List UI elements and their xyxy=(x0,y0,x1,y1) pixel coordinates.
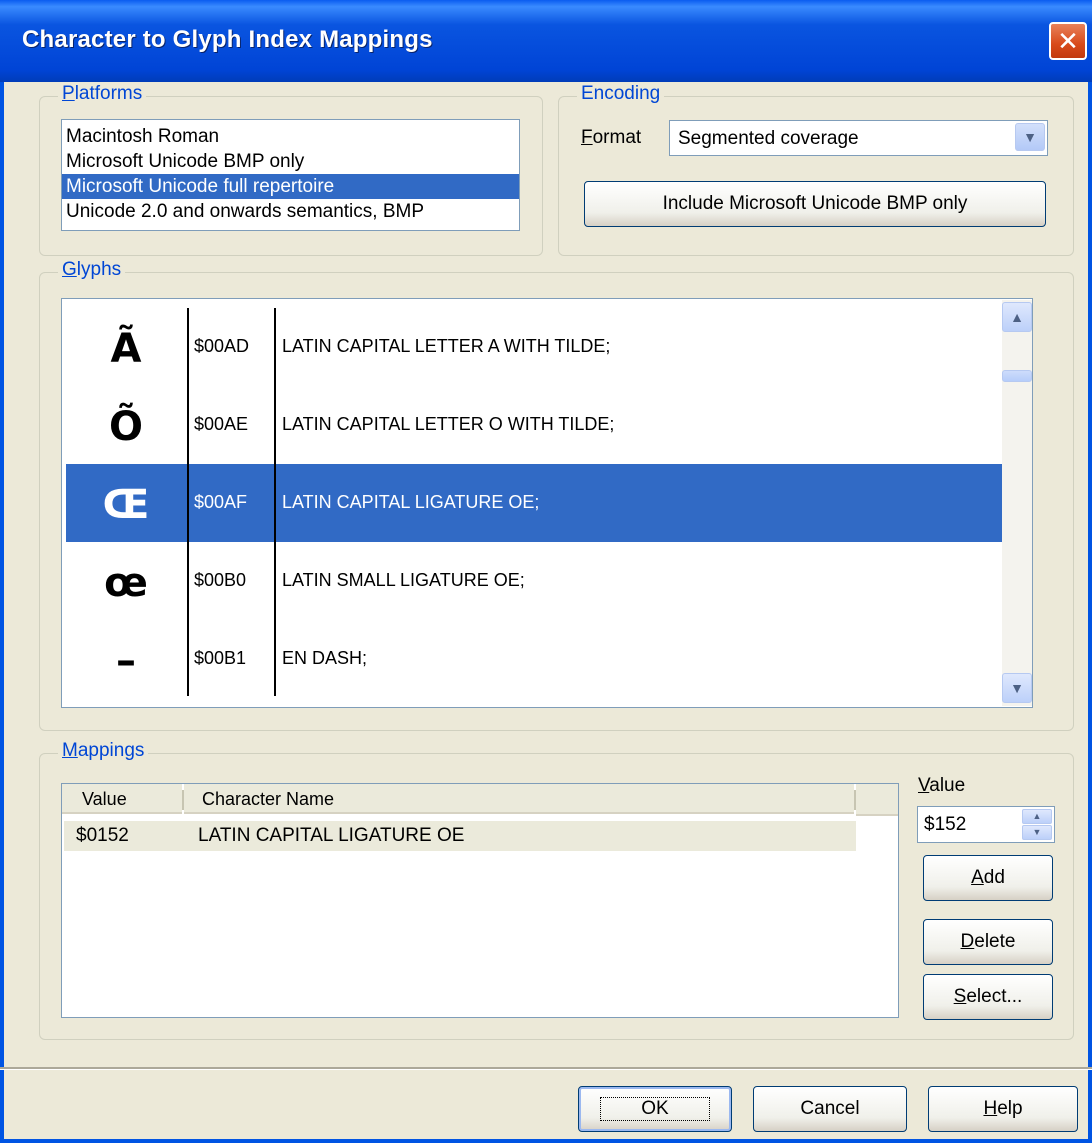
mappings-legend: Mappings xyxy=(58,740,149,762)
help-button[interactable]: Help xyxy=(928,1086,1078,1132)
chevron-down-icon[interactable]: ▼ xyxy=(1015,123,1045,151)
glyphs-legend: Glyphs xyxy=(58,259,126,281)
platform-item[interactable]: Unicode 2.0 and onwards semantics, BMP xyxy=(62,199,519,224)
title-bar[interactable]: Character to Glyph Index Mappings ✕ xyxy=(0,0,1092,82)
encoding-legend: Encoding xyxy=(577,83,665,105)
select-button[interactable]: Select... xyxy=(923,974,1053,1020)
format-dropdown[interactable]: Segmented coverage ▼ xyxy=(669,120,1048,156)
table-row[interactable]: $0152 LATIN CAPITAL LIGATURE OE xyxy=(64,821,856,851)
glyph-name: EN DASH; xyxy=(282,648,368,668)
platform-item-selected[interactable]: Microsoft Unicode full repertoire xyxy=(62,174,519,199)
glyph-code: $00AD xyxy=(194,336,250,356)
footer-separator xyxy=(0,1067,1092,1070)
platforms-legend: Platforms xyxy=(58,83,147,105)
glyph-preview: Œ xyxy=(102,482,150,528)
value-field[interactable]: $152 xyxy=(924,814,966,836)
glyph-preview: Õ xyxy=(108,404,143,450)
add-button[interactable]: Add xyxy=(923,855,1053,901)
glyph-name: LATIN CAPITAL LETTER O WITH TILDE; xyxy=(282,414,615,434)
column-header-character-name[interactable]: Character Name xyxy=(184,784,854,814)
glyph-code: $00AF xyxy=(194,492,248,512)
cancel-button[interactable]: Cancel xyxy=(753,1086,907,1132)
platform-item[interactable]: Macintosh Roman xyxy=(62,124,519,149)
row-value: $0152 xyxy=(76,825,129,846)
glyph-row[interactable]: Õ $00AE LATIN CAPITAL LETTER O WITH TILD… xyxy=(66,386,1011,464)
glyphs-scrollbar[interactable]: ▲ ▼ xyxy=(1002,300,1032,706)
glyph-code: $00B1 xyxy=(194,648,247,668)
format-value: Segmented coverage xyxy=(678,128,859,149)
header-filler xyxy=(856,784,898,816)
delete-button[interactable]: Delete xyxy=(923,919,1053,965)
window-title: Character to Glyph Index Mappings xyxy=(22,26,433,53)
column-header-value[interactable]: Value xyxy=(62,784,182,814)
row-character-name: LATIN CAPITAL LIGATURE OE xyxy=(198,825,465,846)
value-spinner[interactable]: $152 ▲ ▼ xyxy=(917,806,1055,843)
scroll-thumb[interactable] xyxy=(1002,370,1032,382)
glyph-row[interactable]: œ $00B0 LATIN SMALL LIGATURE OE; xyxy=(66,542,1011,620)
format-label: Format xyxy=(581,127,642,148)
include-bmp-button[interactable]: Include Microsoft Unicode BMP only xyxy=(584,181,1046,227)
column-divider xyxy=(274,308,276,696)
glyph-row[interactable]: Ã $00AD LATIN CAPITAL LETTER A WITH TILD… xyxy=(66,308,1011,386)
glyph-row[interactable]: – $00B1 EN DASH; xyxy=(66,620,1011,698)
spin-up-icon[interactable]: ▲ xyxy=(1022,809,1052,824)
glyph-name: LATIN CAPITAL LIGATURE OE; xyxy=(282,492,540,512)
value-label: Value xyxy=(918,775,966,796)
spin-down-icon[interactable]: ▼ xyxy=(1022,825,1052,840)
glyphs-list[interactable]: Ã $00AD LATIN CAPITAL LETTER A WITH TILD… xyxy=(61,298,1033,708)
mappings-table[interactable]: Value Character Name $0152 LATIN CAPITAL… xyxy=(61,783,899,1018)
close-button[interactable]: ✕ xyxy=(1049,22,1087,60)
glyph-code: $00B0 xyxy=(194,570,247,590)
close-icon: ✕ xyxy=(1057,26,1079,56)
platform-item[interactable]: Microsoft Unicode BMP only xyxy=(62,149,519,174)
glyph-preview: – xyxy=(116,638,136,684)
scroll-down-icon[interactable]: ▼ xyxy=(1002,673,1032,703)
glyph-name: LATIN SMALL LIGATURE OE; xyxy=(282,570,525,590)
scroll-up-icon[interactable]: ▲ xyxy=(1002,302,1032,332)
glyph-code: $00AE xyxy=(194,414,249,434)
column-divider xyxy=(187,308,189,696)
ok-button[interactable]: OK xyxy=(578,1086,732,1132)
glyph-preview: œ xyxy=(104,560,148,606)
glyph-name: LATIN CAPITAL LETTER A WITH TILDE; xyxy=(282,336,611,356)
platforms-list[interactable]: Macintosh Roman Microsoft Unicode BMP on… xyxy=(61,119,520,231)
glyph-preview: Ã xyxy=(110,326,142,372)
glyph-row-selected[interactable]: Œ $00AF LATIN CAPITAL LIGATURE OE; xyxy=(66,464,1011,542)
